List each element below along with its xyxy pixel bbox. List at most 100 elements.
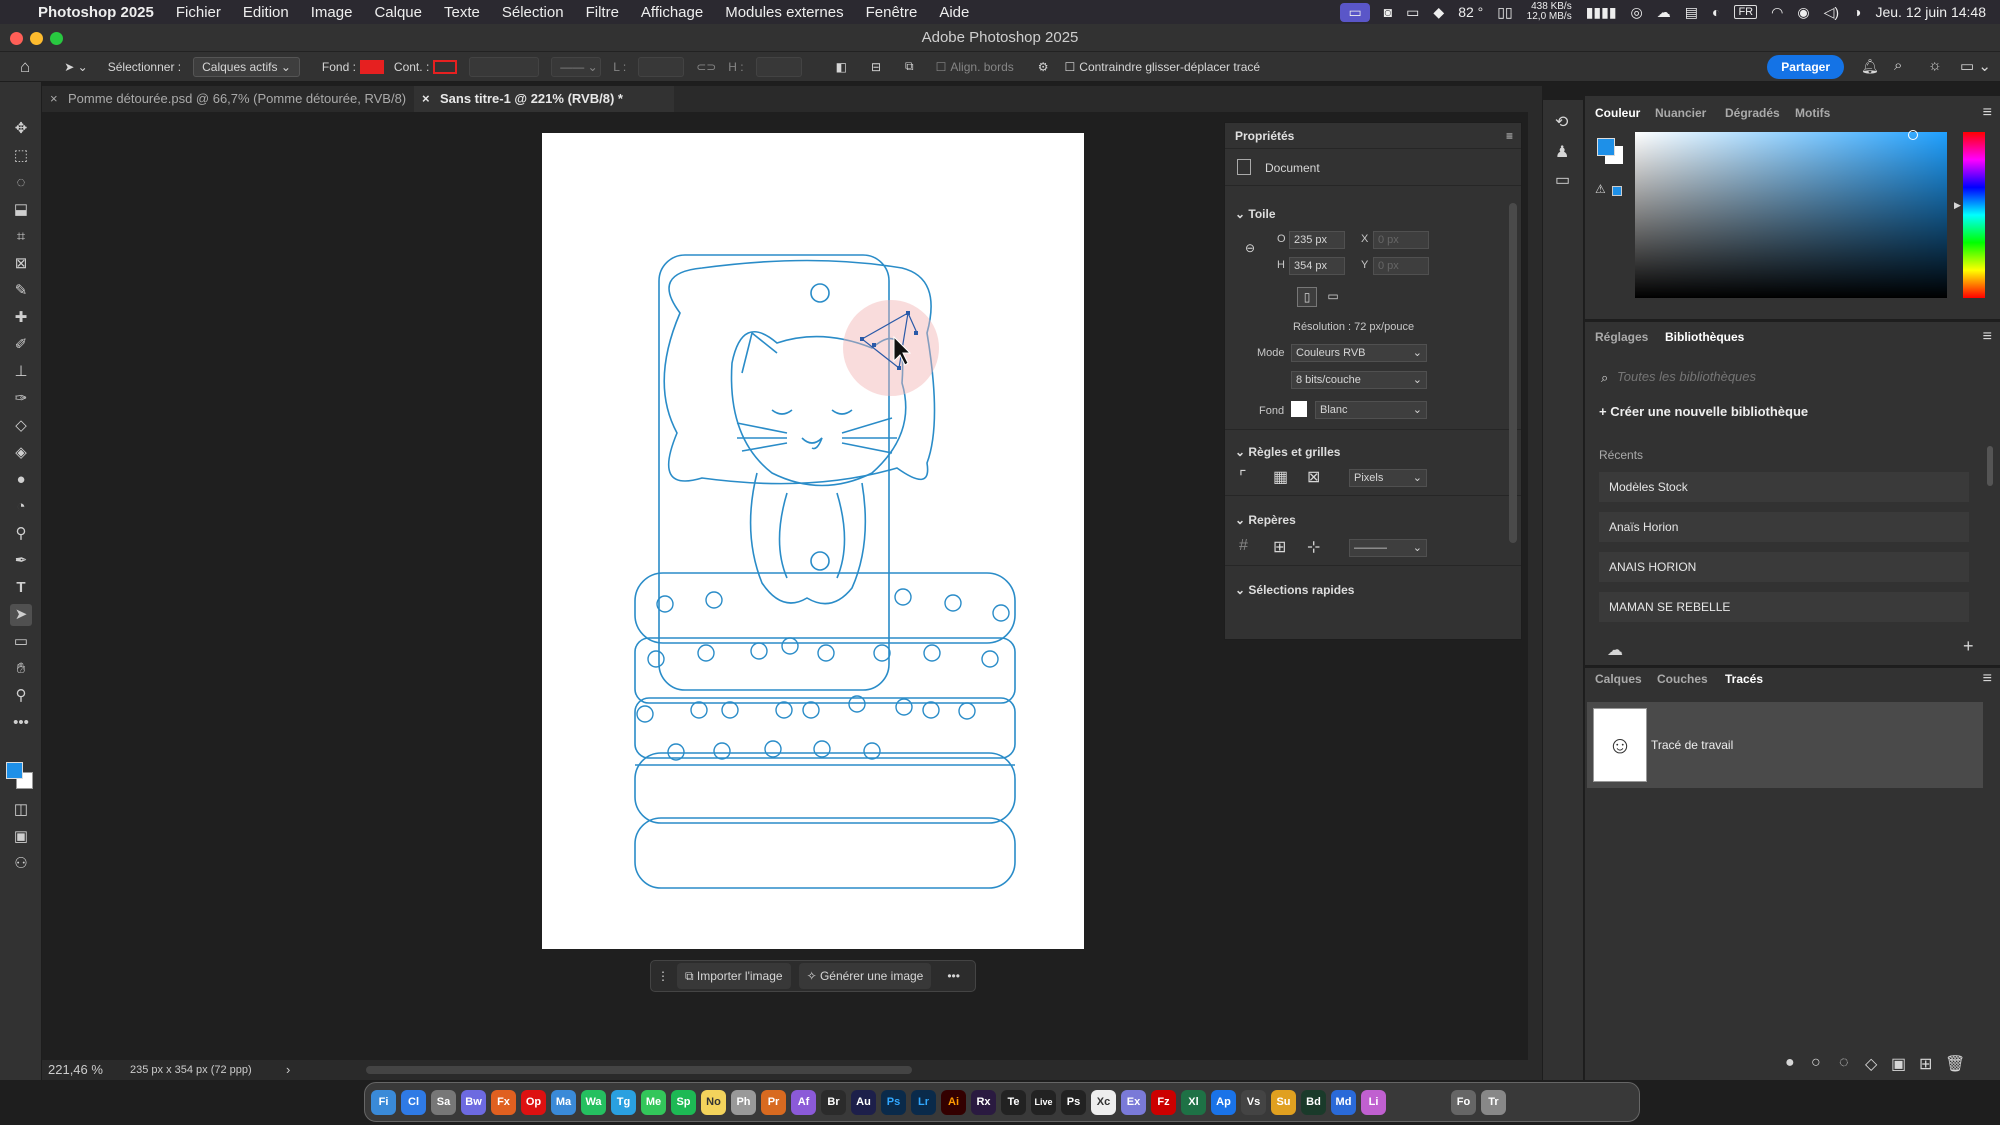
minimize-window-button[interactable]	[30, 32, 43, 45]
quick-mask-icon[interactable]: ◫	[10, 799, 32, 821]
new-path-icon[interactable]: ⊞	[1919, 1054, 1932, 1074]
menu-fichier[interactable]: Fichier	[176, 4, 221, 21]
stroke-swatch[interactable]	[433, 59, 458, 74]
settings-gear-icon[interactable]: ⚙	[1038, 60, 1049, 74]
lang-badge[interactable]: FR	[1734, 5, 1758, 19]
menu-aide[interactable]: Aide	[939, 4, 969, 21]
comments-icon[interactable]: ▭	[1555, 170, 1570, 190]
menu-calque[interactable]: Calque	[374, 4, 422, 21]
panel-menu-icon[interactable]: ≡	[1983, 670, 1992, 688]
path-align-icon[interactable]: ⊟	[871, 60, 881, 74]
dock-app-vs[interactable]: Vs	[1241, 1089, 1266, 1115]
fill-swatch[interactable]	[359, 59, 384, 74]
canvas-width-field[interactable]: 235 px	[1289, 231, 1345, 249]
dock-app-icloud[interactable]: Cl	[401, 1089, 426, 1115]
import-image-button[interactable]: ⧉ Importer l'image	[677, 963, 791, 989]
dock-app-photos[interactable]: Ph	[731, 1089, 756, 1115]
dock-app-bd[interactable]: Bd	[1301, 1089, 1326, 1115]
dock-app-lightroom[interactable]: Lr	[911, 1089, 936, 1115]
dock-app-opera[interactable]: Op	[521, 1089, 546, 1115]
crop-tool-icon[interactable]: ⌗	[10, 226, 32, 248]
stamp-tool-icon[interactable]: ⊥	[10, 361, 32, 383]
link-dims-icon[interactable]: ⊖	[1245, 241, 1255, 255]
tab-pomme[interactable]: × Pomme détourée.psd @ 66,7% (Pomme détou…	[42, 86, 412, 112]
selection-to-path-icon[interactable]: ◇	[1865, 1054, 1877, 1074]
dock-app-affinity[interactable]: Af	[791, 1089, 816, 1115]
rulers-section[interactable]: ⌄ Règles et grilles	[1235, 445, 1340, 459]
library-scrollbar[interactable]	[1987, 446, 1993, 486]
properties-scrollbar[interactable]	[1509, 203, 1517, 543]
more-options-button[interactable]: •••	[939, 963, 968, 989]
canvas-height-field[interactable]: 354 px	[1289, 257, 1345, 275]
pen-tool-icon[interactable]: ✒	[10, 550, 32, 572]
cloud-sync-icon[interactable]: ☁	[1607, 640, 1623, 660]
fill-swatch[interactable]	[1291, 401, 1307, 417]
path-select-tool-icon[interactable]: ➤ ⌄	[64, 60, 87, 74]
x-field[interactable]: 0 px	[1373, 231, 1429, 249]
menu-image[interactable]: Image	[311, 4, 353, 21]
fg-color-chip[interactable]	[1597, 138, 1615, 156]
brush-tool-icon[interactable]: ✐	[10, 334, 32, 356]
library-search-input[interactable]	[1617, 364, 1957, 388]
align-edges-checkbox[interactable]: ☐	[936, 60, 947, 74]
dock-app-sublime[interactable]: Su	[1271, 1089, 1296, 1115]
volume-icon[interactable]: ◁)	[1824, 4, 1839, 21]
tab-calques[interactable]: Calques	[1595, 672, 1642, 686]
dock-app-mail[interactable]: Ma	[551, 1089, 576, 1115]
constrain-checkbox[interactable]: ☐	[1065, 60, 1076, 74]
dock-app-ps2[interactable]: Ps	[1061, 1089, 1086, 1115]
generate-image-button[interactable]: ✧ Générer une image	[798, 963, 932, 989]
cpu-icon[interactable]: ▮▮▮▮	[1586, 4, 1617, 21]
dodge-tool-icon[interactable]: ◔	[10, 496, 32, 518]
frame-tool-icon[interactable]: ⊠	[10, 253, 32, 275]
menu-texte[interactable]: Texte	[444, 4, 480, 21]
fill-dropdown[interactable]: Blanc ⌄	[1315, 401, 1427, 419]
canvas-section[interactable]: ⌄ Toile	[1235, 207, 1276, 221]
user-icon[interactable]: ◉	[1797, 4, 1809, 21]
display-icon[interactable]: ▭	[1406, 4, 1419, 21]
hand-tool-icon[interactable]: ✋︎	[10, 658, 32, 680]
tab-nuancier[interactable]: Nuancier	[1655, 106, 1706, 120]
screen-share-icon[interactable]: ▭	[1340, 2, 1370, 22]
stroke-path-icon[interactable]: ○	[1811, 1054, 1821, 1072]
bell-icon[interactable]: 🔔︎	[1861, 58, 1879, 75]
color-picker-handle[interactable]	[1908, 130, 1918, 140]
dock-app-spotify[interactable]: Sp	[671, 1089, 696, 1115]
units-dropdown[interactable]: Pixels ⌄	[1349, 469, 1427, 487]
dock-app-terminal[interactable]: Te	[1001, 1089, 1026, 1115]
add-mask-icon[interactable]: ▣	[1891, 1054, 1906, 1074]
dock-app-folder[interactable]: Fo	[1451, 1089, 1476, 1115]
dock-app-illustrator[interactable]: Ai	[941, 1089, 966, 1115]
brightness-icon[interactable]: ☼	[1928, 57, 1942, 74]
menu-selection[interactable]: Sélection	[502, 4, 564, 21]
path-arrange-icon[interactable]: ⧉	[905, 59, 914, 74]
document-canvas[interactable]	[542, 133, 1084, 949]
tab-motifs[interactable]: Motifs	[1795, 106, 1830, 120]
tab-reglages[interactable]: Réglages	[1595, 330, 1648, 344]
menu-modules[interactable]: Modules externes	[725, 4, 843, 21]
height-field[interactable]	[755, 56, 802, 77]
rectangle-tool-icon[interactable]: ▭	[10, 631, 32, 653]
horizontal-scrollbar[interactable]	[366, 1066, 912, 1074]
foreground-color-swatch[interactable]	[6, 762, 23, 779]
marquee-tool-icon[interactable]: ⬚	[10, 145, 32, 167]
status-arrow-icon[interactable]: ›	[286, 1060, 290, 1080]
stroke-width-field[interactable]	[469, 56, 540, 77]
tab-bibliotheques[interactable]: Bibliothèques	[1665, 330, 1744, 344]
path-to-selection-icon[interactable]: ◌	[1839, 1054, 1849, 1072]
plugins-icon[interactable]: ♟	[1555, 142, 1569, 162]
vpn-icon[interactable]: ◆	[1433, 4, 1444, 21]
maximize-window-button[interactable]	[50, 32, 63, 45]
dock-app-xc[interactable]: Xc	[1091, 1089, 1116, 1115]
menu-filtre[interactable]: Filtre	[586, 4, 619, 21]
close-tab-icon[interactable]: ×	[50, 86, 58, 112]
dock-app-ex[interactable]: Ex	[1121, 1089, 1146, 1115]
extra-icon[interactable]: ⚇	[10, 853, 32, 875]
dock-app-filezilla[interactable]: Fz	[1151, 1089, 1176, 1115]
guides-section[interactable]: ⌄ Repères	[1235, 513, 1296, 527]
type-tool-icon[interactable]: T	[10, 577, 32, 599]
tab-traces[interactable]: Tracés	[1725, 672, 1763, 686]
memory-icon[interactable]: ▯▯	[1497, 4, 1512, 21]
dock-icon[interactable]: ▤	[1685, 4, 1698, 21]
home-icon[interactable]: ⌂	[20, 57, 30, 77]
